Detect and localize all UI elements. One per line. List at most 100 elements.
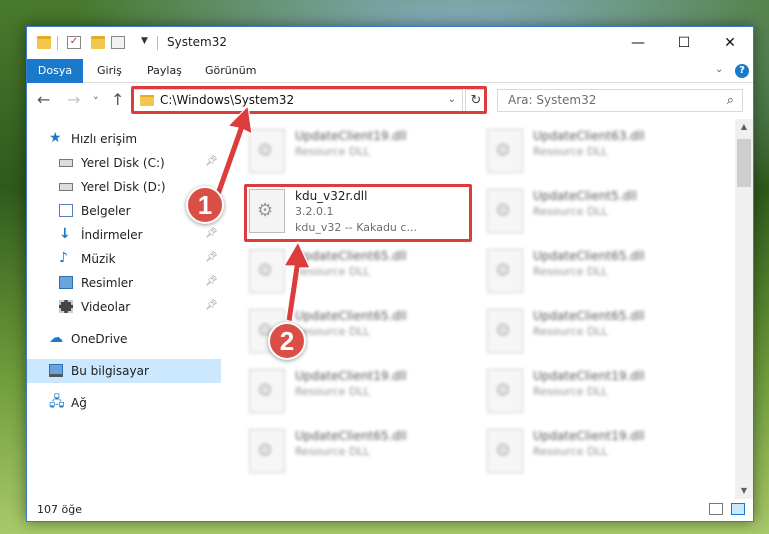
file-name: UpdateClient19.dll <box>295 129 407 143</box>
close-button[interactable]: ✕ <box>707 27 753 59</box>
file-description: Resource DLL <box>533 325 608 338</box>
qat-dropdown-icon[interactable]: ▼ <box>141 36 148 46</box>
window-title: System32 <box>167 35 228 49</box>
sidebar-item-quick-access[interactable]: ★ Hızlı erişim <box>27 127 221 151</box>
pin-icon[interactable]: 📌︎ <box>205 276 218 287</box>
downloads-icon: ↓ <box>59 226 71 242</box>
sidebar-item-pictures[interactable]: Resimler 📌︎ <box>27 271 221 295</box>
file-item[interactable]: ⚙ UpdateClient19.dll Resource DLL <box>483 363 713 421</box>
file-name: UpdateClient19.dll <box>533 369 645 383</box>
gear-icon: ⚙ <box>495 320 512 341</box>
gear-icon: ⚙ <box>257 380 274 401</box>
sidebar-item-onedrive[interactable]: ☁ OneDrive <box>27 327 221 351</box>
scrollbar-thumb[interactable] <box>737 139 751 187</box>
sidebar-item-label: Belgeler <box>81 204 131 218</box>
sidebar-item-network[interactable]: 🖧︎ Ağ <box>27 391 221 415</box>
drive-icon <box>59 183 73 191</box>
gear-icon: ⚙ <box>495 260 512 281</box>
scroll-up-button[interactable]: ▲ <box>735 119 753 135</box>
sidebar-item-local-disk-c[interactable]: Yerel Disk (C:) 📌︎ <box>27 151 221 175</box>
gear-icon: ⚙ <box>257 140 274 161</box>
search-box[interactable]: ⌕ <box>497 89 743 112</box>
new-folder-icon[interactable] <box>91 36 105 49</box>
file-description: Resource DLL <box>533 265 608 278</box>
dll-file-icon: ⚙ <box>487 309 523 353</box>
gear-icon: ⚙ <box>257 260 274 281</box>
this-pc-icon <box>49 364 63 377</box>
file-item[interactable]: ⚙ UpdateClient65.dll Resource DLL <box>483 243 713 301</box>
file-name: UpdateClient65.dll <box>295 309 407 323</box>
file-item[interactable]: ⚙ UpdateClient65.dll Resource DLL <box>245 423 475 481</box>
star-icon: ★ <box>49 130 62 146</box>
file-name: UpdateClient65.dll <box>295 249 407 263</box>
pin-icon[interactable]: 📌︎ <box>205 300 218 311</box>
dll-file-icon: ⚙ <box>249 369 285 413</box>
dll-file-icon: ⚙ <box>249 129 285 173</box>
drive-icon <box>59 159 73 167</box>
sidebar-item-label: Resimler <box>81 276 134 290</box>
sidebar-item-label: Müzik <box>81 252 116 266</box>
file-item[interactable]: ⚙ UpdateClient19.dll Resource DLL <box>483 423 713 481</box>
sidebar-item-label: Videolar <box>81 300 131 314</box>
pin-icon[interactable]: 📌︎ <box>205 228 218 239</box>
sidebar-item-label: Ağ <box>71 396 87 410</box>
tab-paylas[interactable]: Paylaş <box>137 59 192 83</box>
file-name: UpdateClient65.dll <box>533 249 645 263</box>
sidebar-item-label: Yerel Disk (D:) <box>81 180 166 194</box>
documents-icon <box>59 204 73 217</box>
file-list: ⚙ UpdateClient19.dll Resource DLL ⚙ kdu_… <box>235 119 735 499</box>
details-view-icon[interactable] <box>709 503 723 515</box>
pin-icon[interactable]: 📌︎ <box>205 252 218 263</box>
file-item[interactable]: ⚙ UpdateClient65.dll Resource DLL <box>483 303 713 361</box>
gear-icon: ⚙ <box>495 440 512 461</box>
tiles-view-icon[interactable] <box>731 503 745 515</box>
dll-file-icon: ⚙ <box>487 189 523 233</box>
tab-gorunum[interactable]: Görünüm <box>195 59 266 83</box>
tab-dosya[interactable]: Dosya <box>27 59 83 83</box>
file-description: Resource DLL <box>295 145 370 158</box>
vertical-scrollbar[interactable]: ▲ ▼ <box>735 119 753 499</box>
maximize-button[interactable]: ☐ <box>661 27 707 59</box>
properties-icon[interactable]: ✓ <box>67 36 81 49</box>
help-icon[interactable]: ? <box>735 64 749 78</box>
search-icon[interactable]: ⌕ <box>727 93 734 108</box>
file-description: Resource DLL <box>295 385 370 398</box>
sidebar-item-music[interactable]: ♪ Müzik 📌︎ <box>27 247 221 271</box>
sidebar-item-videos[interactable]: Videolar 📌︎ <box>27 295 221 319</box>
file-description: Resource DLL <box>533 445 608 458</box>
file-item[interactable]: ⚙ UpdateClient19.dll Resource DLL <box>245 123 475 181</box>
sidebar-item-label: Bu bilgisayar <box>71 364 149 378</box>
sidebar-item-downloads[interactable]: ↓ İndirmeler 📌︎ <box>27 223 221 247</box>
item-count: 107 öğe <box>37 503 82 516</box>
file-item[interactable]: ⚙ UpdateClient65.dll Resource DLL <box>245 243 475 301</box>
minimize-button[interactable]: — <box>615 27 661 59</box>
sidebar-item-label: İndirmeler <box>81 228 143 242</box>
gear-icon: ⚙ <box>495 140 512 161</box>
file-name: UpdateClient65.dll <box>295 429 407 443</box>
scroll-down-button[interactable]: ▼ <box>735 483 753 499</box>
dll-file-icon: ⚙ <box>487 129 523 173</box>
file-name: UpdateClient65.dll <box>533 309 645 323</box>
chevron-down-icon[interactable]: ⌄ <box>715 64 723 75</box>
folder-icon <box>37 36 51 49</box>
gear-icon: ⚙ <box>495 380 512 401</box>
file-name: UpdateClient19.dll <box>533 429 645 443</box>
file-item[interactable]: ⚙ UpdateClient63.dll Resource DLL <box>483 123 713 181</box>
forward-button[interactable]: → <box>67 92 80 108</box>
status-bar: 107 öğe <box>27 499 753 521</box>
file-highlight <box>244 184 472 242</box>
videos-icon <box>59 300 73 313</box>
up-button[interactable]: ↑ <box>111 92 124 108</box>
search-input[interactable] <box>508 93 708 107</box>
sidebar-item-this-pc[interactable]: Bu bilgisayar <box>27 359 221 383</box>
file-description: Resource DLL <box>533 385 608 398</box>
file-item[interactable]: ⚙ UpdateClient5.dll Resource DLL <box>483 183 713 241</box>
tab-giris[interactable]: Giriş <box>87 59 132 83</box>
pin-icon[interactable]: 📌︎ <box>205 156 218 167</box>
sidebar-item-label: OneDrive <box>71 332 128 346</box>
customize-toolbar-icon[interactable] <box>111 36 125 49</box>
recent-locations-button[interactable]: ˅ <box>93 94 99 110</box>
step-badge-1: 1 <box>186 186 224 224</box>
back-button[interactable]: ← <box>37 92 50 108</box>
file-item[interactable]: ⚙ UpdateClient19.dll Resource DLL <box>245 363 475 421</box>
